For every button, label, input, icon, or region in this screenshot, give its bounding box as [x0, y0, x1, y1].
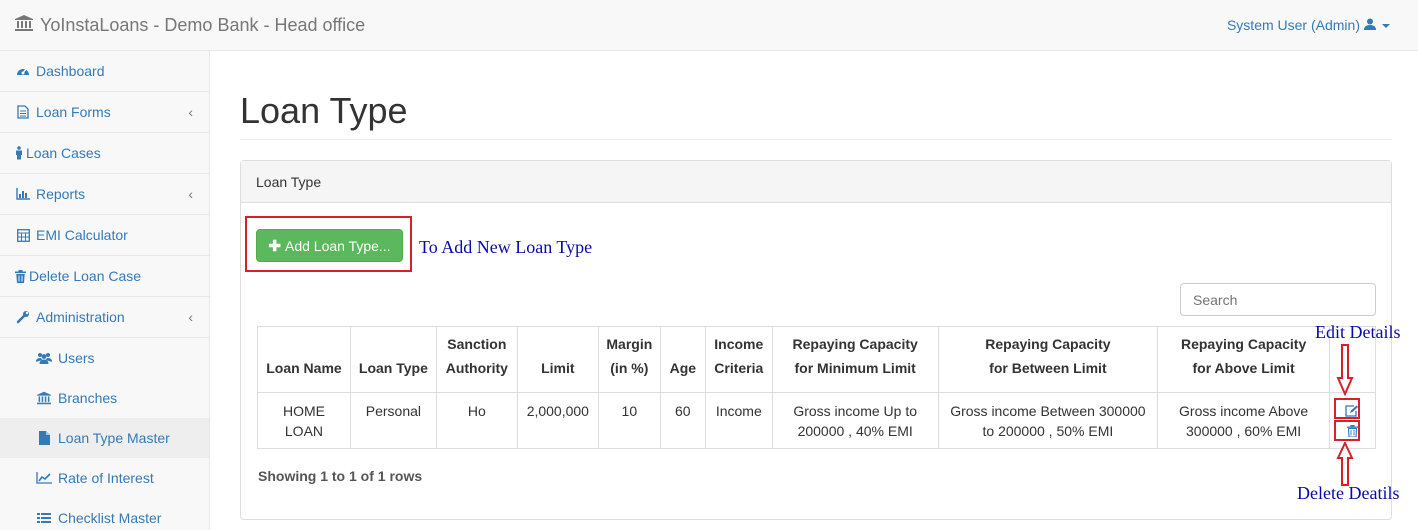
cell-repaying-above: Gross income Above 300000 , 60% EMI — [1157, 392, 1330, 449]
cell-sanction-authority: Ho — [435, 392, 518, 449]
sidebar-item-reports[interactable]: Reports ‹ — [0, 174, 209, 215]
cell-repaying-min: Gross income Up to 200000 , 40% EMI — [771, 392, 939, 449]
sidebar-subitem-loan-type-master[interactable]: Loan Type Master — [0, 418, 209, 458]
search-input[interactable] — [1180, 283, 1376, 316]
cell-age: 60 — [659, 392, 706, 449]
file-icon — [15, 105, 31, 119]
column-header-repaying-above[interactable]: Repaying Capacity for Above Limit — [1157, 326, 1330, 393]
calculator-icon — [15, 228, 31, 242]
wrench-icon — [15, 310, 31, 324]
trash-icon — [15, 269, 26, 283]
sidebar-subitem-rate-of-interest[interactable]: Rate of Interest — [0, 458, 209, 498]
sidebar-subitem-checklist-master[interactable]: Checklist Master — [0, 498, 209, 530]
sidebar-item-label: Loan Cases — [26, 145, 101, 161]
sidebar-subitem-users[interactable]: Users — [0, 338, 209, 378]
delete-annotation: Delete Deatils — [1297, 483, 1400, 503]
user-icon — [1360, 17, 1376, 33]
cell-margin: 10 — [597, 392, 661, 449]
sidebar-item-dashboard[interactable]: Dashboard — [0, 51, 209, 92]
column-header-margin[interactable]: Margin (in %) — [597, 326, 661, 393]
sidebar-item-delete-loan-case[interactable]: Delete Loan Case — [0, 256, 209, 297]
table-row: HOME LOAN Personal Ho 2,000,000 10 60 In… — [257, 392, 1377, 449]
add-loan-type-label: Add Loan Type... — [284, 237, 391, 254]
cell-income-criteria: Income — [704, 392, 773, 449]
list-icon — [36, 512, 52, 524]
pagination-info: Showing 1 to 1 of 1 rows — [258, 468, 423, 484]
column-header-repaying-between[interactable]: Repaying Capacity for Between Limit — [937, 326, 1159, 393]
person-icon — [15, 146, 23, 160]
table-header-row: Loan Name Loan Type Sanction Authority Li… — [257, 326, 1377, 393]
cell-repaying-between: Gross income Between 300000 to 200000 , … — [937, 392, 1159, 449]
sidebar-subitem-label: Branches — [58, 390, 118, 406]
chevron-left-icon: ‹ — [188, 309, 193, 325]
user-name: System User (Admin) — [1226, 17, 1360, 33]
bar-chart-icon — [15, 188, 31, 200]
column-header-sanction-authority[interactable]: Sanction Authority — [435, 326, 518, 393]
sidebar-item-loan-forms[interactable]: Loan Forms ‹ — [0, 92, 209, 133]
sidebar-item-label: Loan Forms — [36, 104, 111, 120]
sidebar-item-label: EMI Calculator — [36, 227, 128, 243]
edit-annotation: Edit Details — [1315, 322, 1401, 342]
sidebar-subitem-branches[interactable]: Branches — [0, 378, 209, 418]
sidebar-subitem-label: Checklist Master — [58, 510, 162, 526]
arrow-down-icon — [1336, 344, 1354, 396]
title-divider — [240, 139, 1392, 140]
chevron-left-icon: ‹ — [188, 186, 193, 202]
users-icon — [36, 352, 52, 364]
panel-heading: Loan Type — [241, 161, 1391, 203]
sidebar-item-emi-calculator[interactable]: EMI Calculator — [0, 215, 209, 256]
add-loan-type-button[interactable]: ✚ Add Loan Type... — [256, 229, 403, 262]
sidebar-item-administration[interactable]: Administration ‹ — [0, 297, 209, 338]
column-header-repaying-min[interactable]: Repaying Capacity for Minimum Limit — [771, 326, 939, 393]
arrow-up-icon — [1336, 442, 1354, 486]
caret-down-icon — [1376, 17, 1392, 33]
column-header-loan-type[interactable]: Loan Type — [349, 326, 437, 393]
user-menu[interactable]: System User (Admin) — [1227, 17, 1392, 33]
sidebar-subitem-label: Users — [58, 350, 95, 366]
brand-title: YoInstaLoans - Demo Bank - Head office — [40, 15, 366, 35]
loan-type-table: Loan Name Loan Type Sanction Authority Li… — [257, 326, 1377, 449]
column-header-limit[interactable]: Limit — [516, 326, 599, 393]
column-header-income-criteria[interactable]: Income Criteria — [704, 326, 773, 393]
delete-highlight — [1334, 420, 1360, 441]
edit-highlight — [1334, 398, 1360, 419]
cell-limit: 2,000,000 — [516, 392, 599, 449]
cell-loan-name: HOME LOAN — [257, 392, 351, 449]
sidebar-subitem-label: Loan Type Master — [58, 430, 170, 446]
sidebar-subitem-label: Rate of Interest — [58, 470, 154, 486]
top-navbar: YoInstaLoans - Demo Bank - Head office S… — [0, 0, 1418, 51]
file-icon — [36, 431, 52, 445]
add-annotation: To Add New Loan Type — [419, 237, 593, 257]
sidebar-item-label: Administration — [36, 309, 125, 325]
line-chart-icon — [36, 472, 52, 484]
sidebar: Dashboard Loan Forms ‹ Loan Cases Report… — [0, 51, 210, 530]
column-header-age[interactable]: Age — [659, 326, 706, 393]
page-title: Loan Type — [240, 90, 408, 131]
sidebar-item-loan-cases[interactable]: Loan Cases — [0, 133, 209, 174]
plus-icon: ✚ — [268, 237, 281, 255]
dashboard-icon — [15, 65, 31, 77]
cell-loan-type: Personal — [349, 392, 437, 449]
sidebar-item-label: Delete Loan Case — [29, 268, 142, 284]
column-header-loan-name[interactable]: Loan Name — [257, 326, 351, 393]
brand[interactable]: YoInstaLoans - Demo Bank - Head office — [14, 14, 365, 37]
chevron-left-icon: ‹ — [188, 104, 193, 120]
bank-icon — [36, 391, 52, 405]
sidebar-item-label: Reports — [36, 186, 86, 202]
bank-icon — [14, 14, 40, 37]
sidebar-item-label: Dashboard — [36, 63, 105, 79]
